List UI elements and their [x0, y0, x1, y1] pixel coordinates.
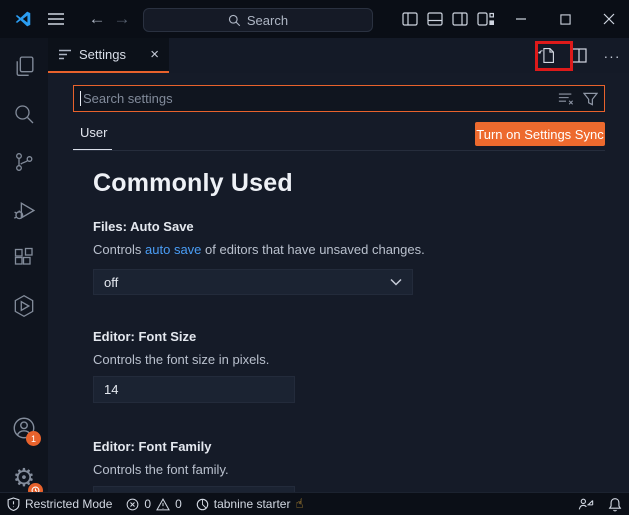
explorer-icon[interactable] — [0, 46, 48, 86]
text-cursor — [80, 91, 81, 106]
font-size-input[interactable]: 14 — [93, 376, 295, 403]
settings-search-input[interactable]: Search settings — [73, 85, 605, 112]
tab-close-icon[interactable]: × — [150, 46, 159, 63]
activity-bar: 1 ⚙ — [0, 38, 48, 498]
restricted-mode-item[interactable]: Restricted Mode — [0, 493, 119, 515]
clear-settings-search-icon[interactable] — [558, 92, 574, 105]
share-feedback-icon[interactable] — [571, 497, 601, 511]
pointing-hand-emoji: ☝ — [295, 496, 304, 511]
close-window-button[interactable] — [588, 0, 629, 38]
search-icon — [228, 14, 241, 27]
search-placeholder: Search — [246, 12, 289, 28]
error-count: 0 — [144, 497, 152, 511]
customize-layout-icon[interactable] — [473, 0, 497, 38]
toggle-primary-sidebar-icon[interactable] — [398, 0, 422, 38]
tab-label: Settings — [79, 47, 126, 62]
problems-item[interactable]: 0 0 — [119, 493, 188, 515]
auto-save-link[interactable]: auto save — [145, 242, 201, 257]
scope-tab-user[interactable]: User — [80, 125, 107, 140]
setting-description: Controls the font size in pixels. — [93, 352, 270, 367]
search-view-icon[interactable] — [0, 94, 48, 134]
tab-settings[interactable]: Settings × — [48, 38, 169, 73]
setting-description: Controls auto save of editors that have … — [93, 242, 425, 257]
forward-arrow-icon[interactable]: → — [110, 0, 134, 38]
accounts-icon[interactable]: 1 — [0, 408, 48, 448]
run-and-debug-icon[interactable] — [0, 190, 48, 230]
notifications-bell-icon[interactable] — [601, 497, 629, 512]
vscode-logo-icon — [8, 0, 38, 38]
scope-divider — [73, 150, 605, 151]
settings-editor: Search settings User Turn on Settings Sy… — [48, 73, 629, 492]
command-center-search[interactable]: Search — [143, 8, 373, 32]
tab-bar: Settings × ··· — [48, 38, 629, 73]
error-icon — [126, 498, 139, 511]
settings-tune-icon — [58, 49, 72, 60]
filter-settings-icon[interactable] — [583, 92, 598, 106]
toggle-secondary-sidebar-icon[interactable] — [448, 0, 472, 38]
setting-title-editor-font-family: Editor: Font Family — [93, 439, 212, 454]
tabnine-icon — [196, 498, 209, 511]
vscode-window: ← → Search 1 ⚙ Settings × ··· Search set… — [0, 0, 629, 515]
minimize-button[interactable] — [498, 0, 543, 38]
open-settings-json-icon[interactable] — [533, 43, 559, 69]
turn-on-settings-sync-button[interactable]: Turn on Settings Sync — [475, 122, 605, 146]
title-bar: ← → Search — [0, 0, 629, 38]
section-title: Commonly Used — [93, 169, 293, 197]
tabnine-item[interactable]: tabnine starter ☝ — [189, 493, 311, 515]
accounts-badge: 1 — [26, 431, 41, 446]
shield-icon — [7, 497, 20, 511]
hexagon-play-extension-icon[interactable] — [0, 286, 48, 326]
setting-title-files-auto-save: Files: Auto Save — [93, 219, 194, 234]
auto-save-select[interactable]: off — [93, 269, 413, 295]
warning-icon — [156, 497, 170, 511]
menu-icon[interactable] — [42, 0, 70, 38]
more-actions-icon[interactable]: ··· — [599, 43, 625, 69]
extensions-icon[interactable] — [0, 238, 48, 278]
editor-area: Settings × ··· Search settings User Turn… — [48, 38, 629, 492]
warning-count: 0 — [175, 497, 182, 511]
chevron-down-icon — [390, 278, 402, 286]
maximize-button[interactable] — [543, 0, 588, 38]
status-bar: Restricted Mode 0 0 tabnine starter ☝ — [0, 492, 629, 515]
toggle-panel-icon[interactable] — [423, 0, 447, 38]
settings-search-placeholder: Search settings — [83, 91, 173, 106]
back-arrow-icon[interactable]: ← — [85, 0, 109, 38]
setting-description: Controls the font family. — [93, 462, 229, 477]
split-editor-icon[interactable] — [566, 43, 592, 69]
editor-actions: ··· — [533, 38, 625, 73]
source-control-icon[interactable] — [0, 142, 48, 182]
setting-title-editor-font-size: Editor: Font Size — [93, 329, 197, 344]
